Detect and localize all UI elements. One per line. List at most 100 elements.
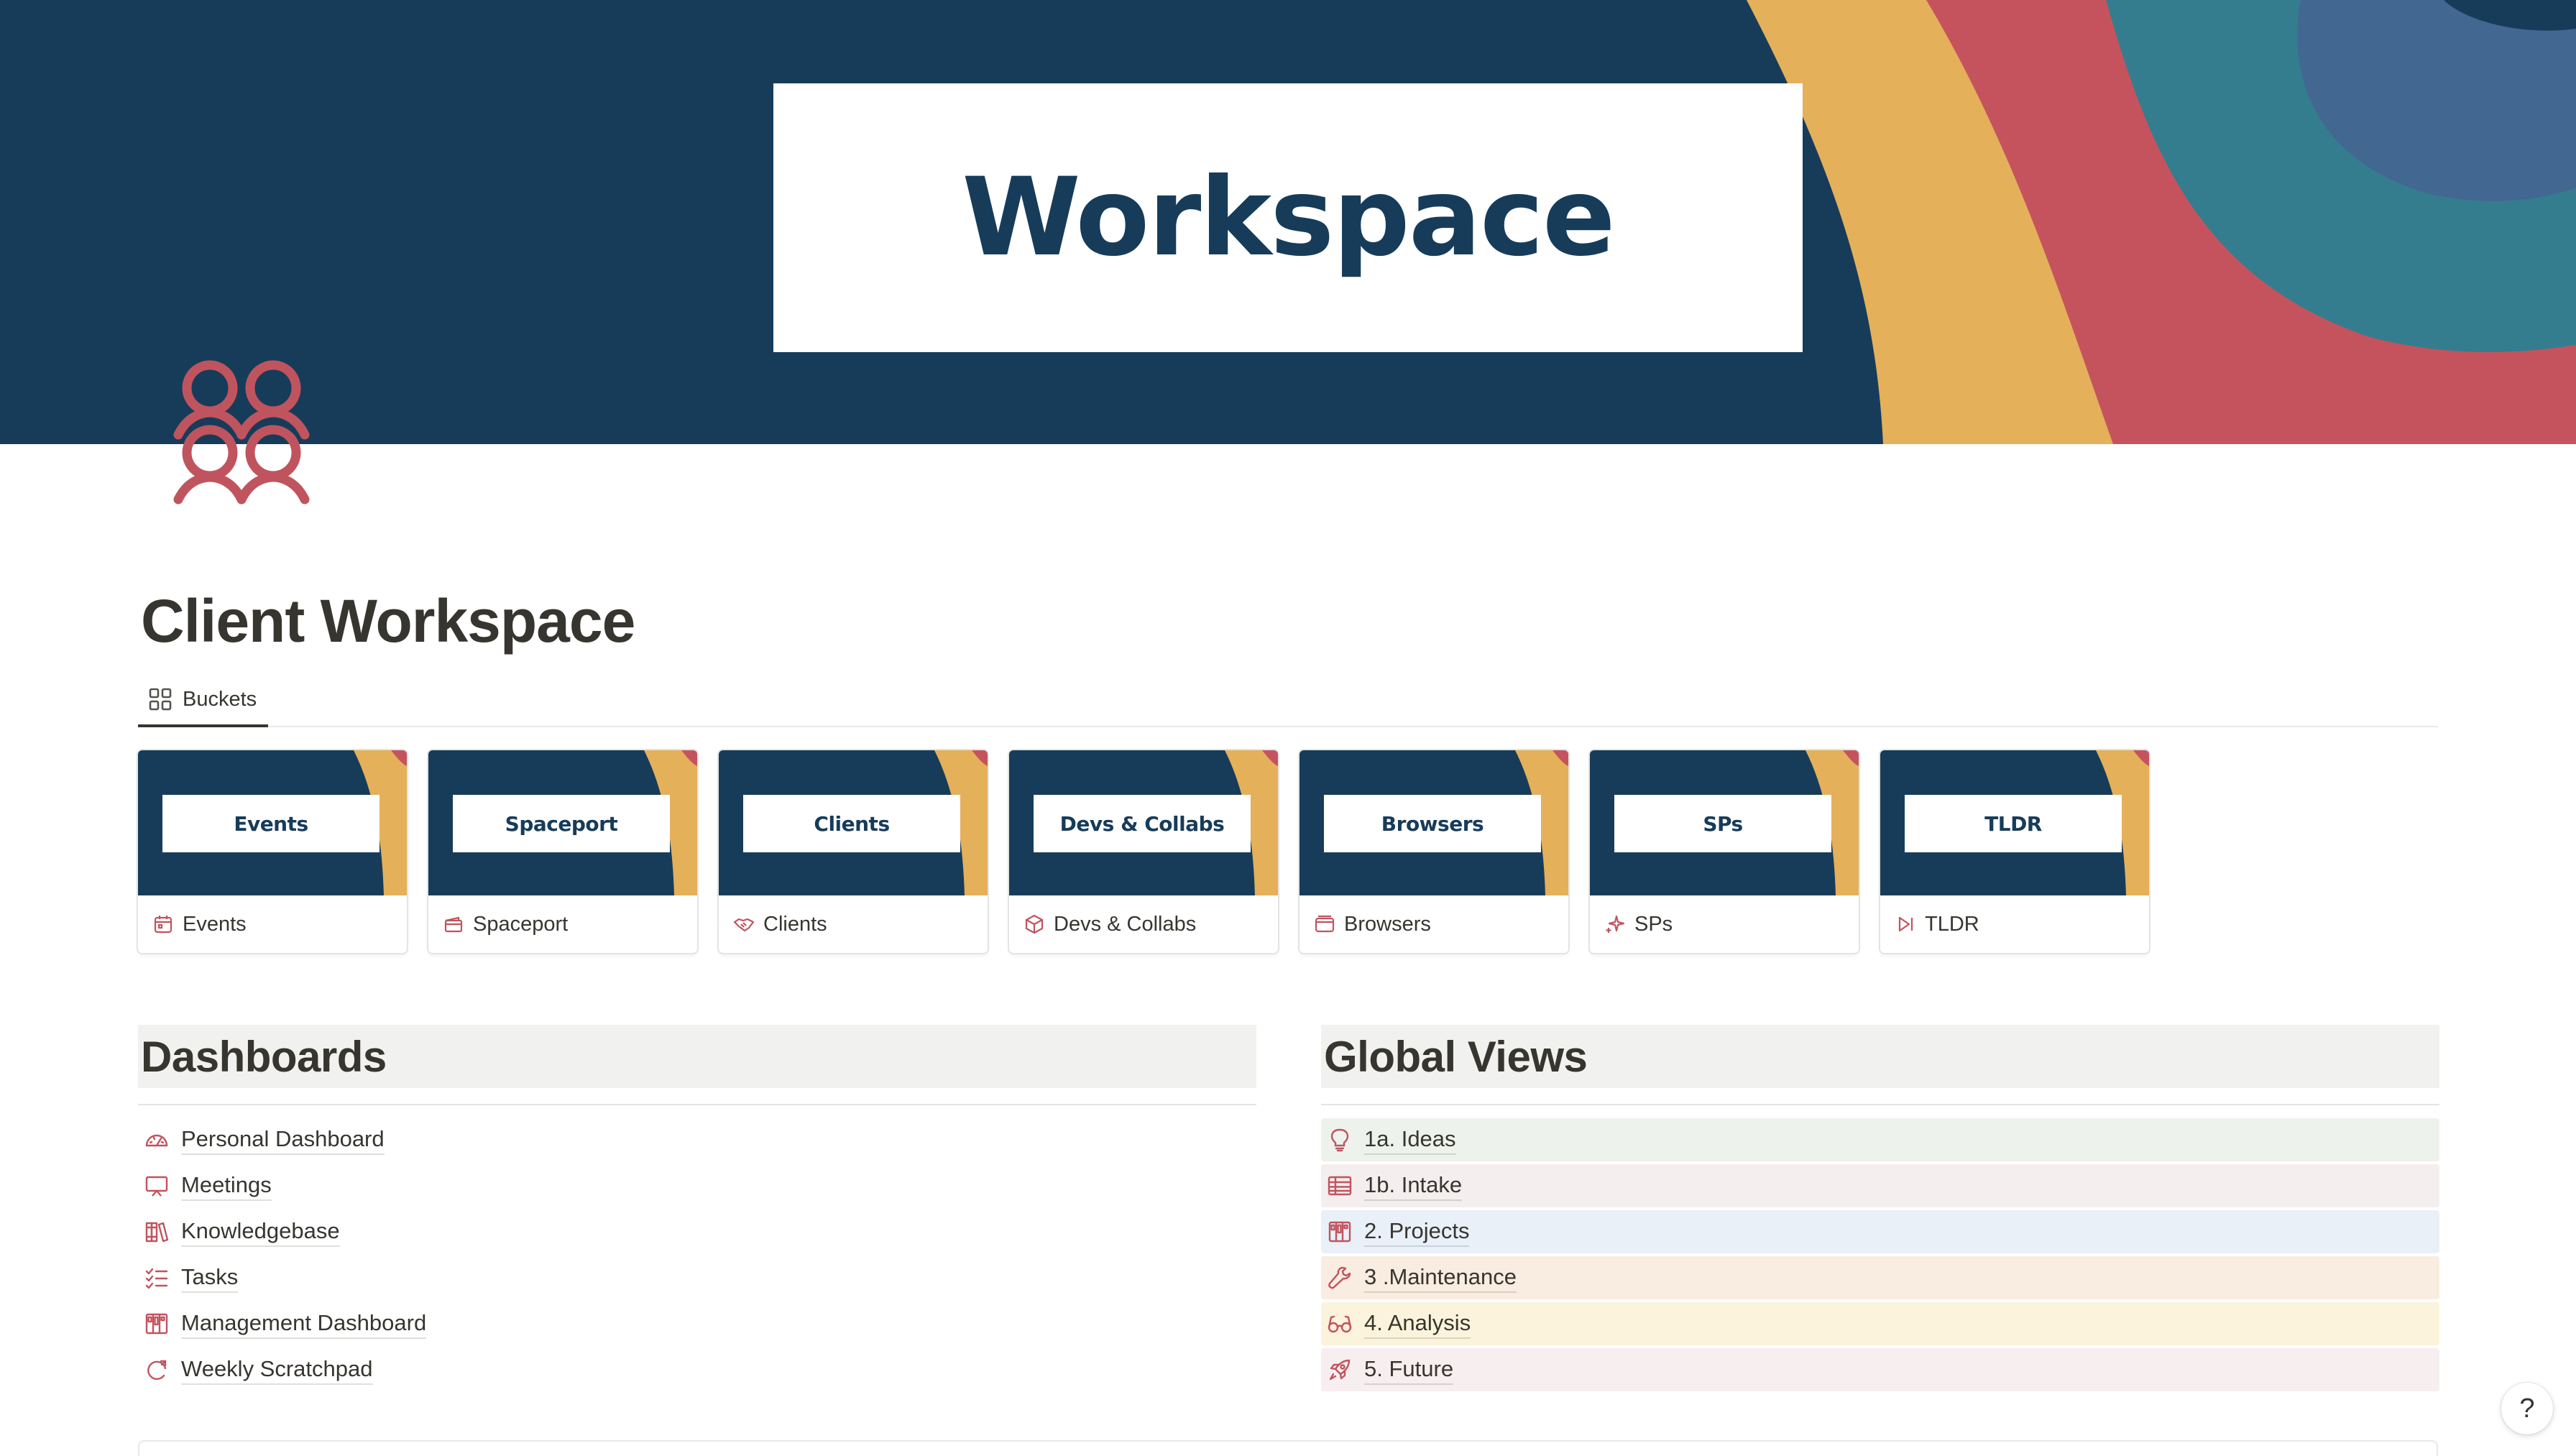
card-footer: TLDR: [1880, 895, 2149, 953]
gallery-card-clients[interactable]: Clients Clients: [719, 750, 988, 953]
link-label: Knowledgebase: [181, 1217, 340, 1247]
card-title: Browsers: [1344, 912, 1431, 936]
help-button[interactable]: ?: [2501, 1383, 2553, 1434]
link-label: 1a. Ideas: [1364, 1125, 1456, 1155]
link-label: 4. Analysis: [1364, 1309, 1471, 1339]
books-icon: [145, 1222, 169, 1243]
sparkle-icon: [1606, 915, 1625, 933]
cover-title: Workspace: [962, 155, 1615, 280]
card-cover-card: Spaceport: [453, 795, 670, 852]
gallery-card-devs-collabs[interactable]: Devs & Collabs Devs & Collabs: [1009, 750, 1278, 953]
link-label: Weekly Scratchpad: [181, 1355, 373, 1385]
card-cover: Events: [138, 750, 407, 895]
cover-title-card: Workspace: [773, 83, 1803, 352]
card-cover: TLDR: [1880, 750, 2149, 895]
dashboards-heading[interactable]: Dashboards: [141, 1032, 387, 1082]
card-footer: SPs: [1590, 895, 1859, 953]
wrench-icon: [1328, 1266, 1351, 1289]
card-cover-card: Browsers: [1324, 795, 1541, 852]
board-icon: [1328, 1221, 1351, 1243]
link-label: Management Dashboard: [181, 1309, 427, 1339]
gallery-card-sps[interactable]: SPs SPs: [1590, 750, 1859, 953]
page: Workspace Client Workspace Buckets Event…: [0, 0, 2576, 1456]
rocket-icon: [1329, 1359, 1351, 1381]
handshake-icon: [733, 918, 755, 932]
browser-window-icon: [1315, 915, 1335, 933]
checklist-icon: [145, 1268, 168, 1289]
card-footer: Spaceport: [428, 895, 697, 953]
divider: [1321, 1104, 2439, 1105]
wallet-icon: [444, 916, 463, 933]
dashboard-link-personal-dashboard[interactable]: Personal Dashboard: [138, 1118, 1256, 1161]
card-footer: Devs & Collabs: [1009, 895, 1278, 953]
link-label: 5. Future: [1364, 1355, 1454, 1385]
skip-forward-icon: [1898, 916, 1913, 932]
global-view-link-ideas[interactable]: 1a. Ideas: [1321, 1118, 2439, 1161]
link-label: 2. Projects: [1364, 1217, 1470, 1247]
card-cover-text: TLDR: [1984, 811, 2042, 836]
card-footer: Browsers: [1300, 895, 1568, 953]
link-label: 1b. Intake: [1364, 1171, 1463, 1201]
gallery-card-tldr[interactable]: TLDR TLDR: [1880, 750, 2149, 953]
gallery-card-spaceport[interactable]: Spaceport Spaceport: [428, 750, 697, 953]
board-icon: [145, 1313, 168, 1335]
people-group-icon[interactable]: [165, 352, 323, 510]
dashboard-link-management-dashboard[interactable]: Management Dashboard: [138, 1302, 1256, 1345]
global-view-link-projects[interactable]: 2. Projects: [1321, 1210, 2439, 1253]
tab-buckets[interactable]: Buckets: [138, 674, 269, 727]
dashboards-heading-block: Dashboards: [138, 1025, 1256, 1088]
card-cover-card: TLDR: [1905, 795, 2122, 852]
link-label: Meetings: [181, 1171, 272, 1201]
presentation-icon: [145, 1176, 168, 1197]
calendar-icon: [154, 916, 172, 934]
divider: [138, 1104, 1256, 1105]
card-title: Spaceport: [473, 912, 569, 936]
tab-label: Buckets: [183, 687, 257, 711]
card-cover: Devs & Collabs: [1009, 750, 1278, 895]
card-cover-text: Events: [234, 811, 308, 836]
global-view-link-analysis[interactable]: 4. Analysis: [1321, 1302, 2439, 1345]
gallery-card-browsers[interactable]: Browsers Browsers: [1300, 750, 1568, 953]
card-cover-text: Devs & Collabs: [1059, 811, 1225, 836]
card-title: TLDR: [1925, 912, 1979, 936]
next-block-edge: [138, 1440, 2438, 1456]
card-title: Clients: [763, 912, 827, 936]
card-footer: Clients: [719, 895, 988, 953]
link-label: Personal Dashboard: [181, 1125, 385, 1155]
gallery-grid-icon: [149, 688, 172, 711]
refresh-icon: [147, 1360, 167, 1381]
global-view-link-intake[interactable]: 1b. Intake: [1321, 1164, 2439, 1207]
global-views-heading[interactable]: Global Views: [1324, 1032, 1588, 1082]
global-view-link-maintenance[interactable]: 3 .Maintenance: [1321, 1256, 2439, 1299]
table-icon: [1328, 1176, 1352, 1196]
dashboard-link-meetings[interactable]: Meetings: [138, 1164, 1256, 1207]
card-cover-card: Clients: [743, 795, 960, 852]
card-cover-text: SPs: [1703, 811, 1743, 836]
database-view-tabs: Buckets: [138, 674, 2438, 727]
card-title: Events: [183, 912, 247, 936]
card-title: SPs: [1634, 912, 1673, 936]
page-title[interactable]: Client Workspace: [141, 586, 635, 656]
link-label: 3 .Maintenance: [1364, 1263, 1517, 1293]
card-cover-text: Spaceport: [505, 811, 618, 836]
link-label: Tasks: [181, 1263, 239, 1293]
dashboard-link-tasks[interactable]: Tasks: [138, 1256, 1256, 1299]
dashboard-link-knowledgebase[interactable]: Knowledgebase: [138, 1210, 1256, 1253]
gauge-icon: [145, 1134, 168, 1147]
global-views-list: 1a. Ideas 1b. Intake 2. Projects 3 .Main…: [1321, 1118, 2439, 1391]
global-views-heading-block: Global Views: [1321, 1025, 2439, 1088]
card-cover: SPs: [1590, 750, 1859, 895]
card-cover-card: Events: [162, 795, 380, 852]
card-cover: Browsers: [1300, 750, 1568, 895]
card-cover: Clients: [719, 750, 988, 895]
card-cover-card: SPs: [1614, 795, 1831, 852]
card-cover-card: Devs & Collabs: [1034, 795, 1251, 852]
page-cover[interactable]: Workspace: [0, 0, 2576, 444]
cube-icon: [1025, 914, 1044, 934]
global-view-link-future[interactable]: 5. Future: [1321, 1348, 2439, 1391]
dashboard-link-weekly-scratchpad[interactable]: Weekly Scratchpad: [138, 1348, 1256, 1391]
gallery-card-events[interactable]: Events Events: [138, 750, 407, 953]
lightbulb-icon: [1330, 1128, 1349, 1152]
dashboards-list: Personal Dashboard Meetings Knowledgebas…: [138, 1118, 1256, 1391]
card-footer: Events: [138, 895, 407, 953]
